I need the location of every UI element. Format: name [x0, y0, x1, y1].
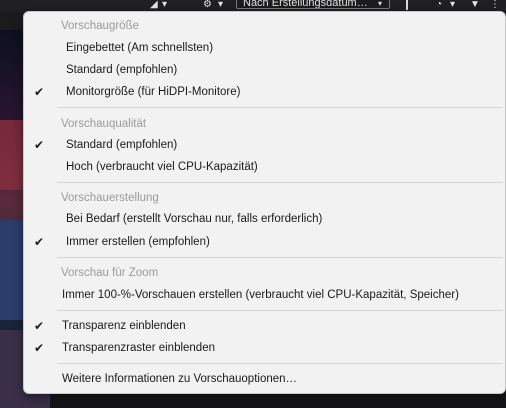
menu-separator: [57, 257, 503, 258]
checkmark-icon: ✔: [34, 85, 45, 99]
menu-section-header: Vorschau für Zoom: [24, 263, 505, 283]
menu-item-always-100-percent[interactable]: Immer 100-%-Vorschauen erstellen (verbra…: [24, 285, 505, 305]
menu-item-label: Monitorgröße (für HiDPI-Monitore): [66, 86, 241, 98]
section-size-header: Vorschaugröße: [61, 20, 139, 32]
filter-icon[interactable]: ▼: [470, 0, 480, 10]
checkmark-icon: ✔: [34, 138, 45, 152]
menu-item-show-transparency-grid[interactable]: ✔ Transparenzraster einblenden: [24, 338, 505, 358]
menu-separator: [57, 107, 503, 108]
menu-item-label: Transparenz einblenden: [62, 320, 186, 332]
menu-item-quality-high[interactable]: Hoch (verbraucht viel CPU-Kapazität): [24, 157, 505, 177]
menu-item-on-demand[interactable]: Bei Bedarf (erstellt Vorschau nur, falls…: [24, 209, 505, 229]
menu-item-more-info[interactable]: Weitere Informationen zu Vorschauoptione…: [24, 369, 505, 389]
menu-item-embedded[interactable]: Eingebettet (Am schnellsten): [24, 38, 505, 58]
menu-separator: [57, 182, 503, 183]
menu-item-label: Hoch (verbraucht viel CPU-Kapazität): [66, 161, 258, 173]
toolbar-divider: [406, 0, 408, 10]
checkmark-icon: ✔: [34, 319, 45, 333]
menu-section-header: Vorschauqualität: [24, 114, 505, 134]
checkmark-icon: ✔: [34, 341, 45, 355]
menu-item-label: Standard (empfohlen): [66, 139, 178, 151]
chevron-down-icon[interactable]: ▾: [162, 0, 167, 10]
menu-item-always-create[interactable]: ✔ Immer erstellen (empfohlen): [24, 232, 505, 252]
menu-item-show-transparency[interactable]: ✔ Transparenz einblenden: [24, 316, 505, 336]
chevron-down-icon[interactable]: ▾: [450, 0, 455, 10]
more-icon[interactable]: ⋮: [490, 0, 500, 10]
menu-section-header: Vorschaugröße: [24, 16, 505, 36]
menu-separator: [57, 310, 503, 311]
section-zoom-header: Vorschau für Zoom: [61, 267, 159, 279]
menu-item-label: Standard (empfohlen): [66, 64, 178, 76]
checkmark-icon: ✔: [34, 235, 45, 249]
section-creation-header: Vorschauerstellung: [61, 192, 159, 204]
menu-section-header: Vorschauerstellung: [24, 188, 505, 208]
preview-options-menu: Vorschaugröße Eingebettet (Am schnellste…: [23, 11, 506, 394]
menu-item-monitor-size[interactable]: ✔ Monitorgröße (für HiDPI-Monitore): [24, 82, 505, 102]
chevron-down-icon[interactable]: ▾: [218, 0, 223, 10]
sort-dropdown[interactable]: Nach Erstellungsdatum…: [236, 0, 390, 9]
section-quality-header: Vorschauqualität: [61, 118, 147, 130]
menu-item-label: Transparenzraster einblenden: [62, 342, 215, 354]
triangle-icon[interactable]: ◢: [150, 0, 158, 10]
clock-icon[interactable]: ◔: [436, 0, 442, 10]
menu-item-label: Immer erstellen (empfohlen): [66, 236, 210, 248]
menu-item-label: Bei Bedarf (erstellt Vorschau nur, falls…: [66, 213, 323, 225]
sort-dropdown-value: Nach Erstellungsdatum…: [243, 0, 368, 9]
menu-item-quality-standard[interactable]: ✔ Standard (empfohlen): [24, 135, 505, 155]
menu-separator: [57, 363, 503, 364]
chevron-down-icon[interactable]: ▾: [378, 0, 382, 8]
menu-item-label: Weitere Informationen zu Vorschauoptione…: [62, 373, 298, 385]
gear-icon[interactable]: ⚙: [203, 0, 212, 10]
menu-item-label: Eingebettet (Am schnellsten): [66, 42, 214, 54]
menu-item-standard-size[interactable]: Standard (empfohlen): [24, 60, 505, 80]
menu-item-label: Immer 100-%-Vorschauen erstellen (verbra…: [62, 289, 459, 301]
